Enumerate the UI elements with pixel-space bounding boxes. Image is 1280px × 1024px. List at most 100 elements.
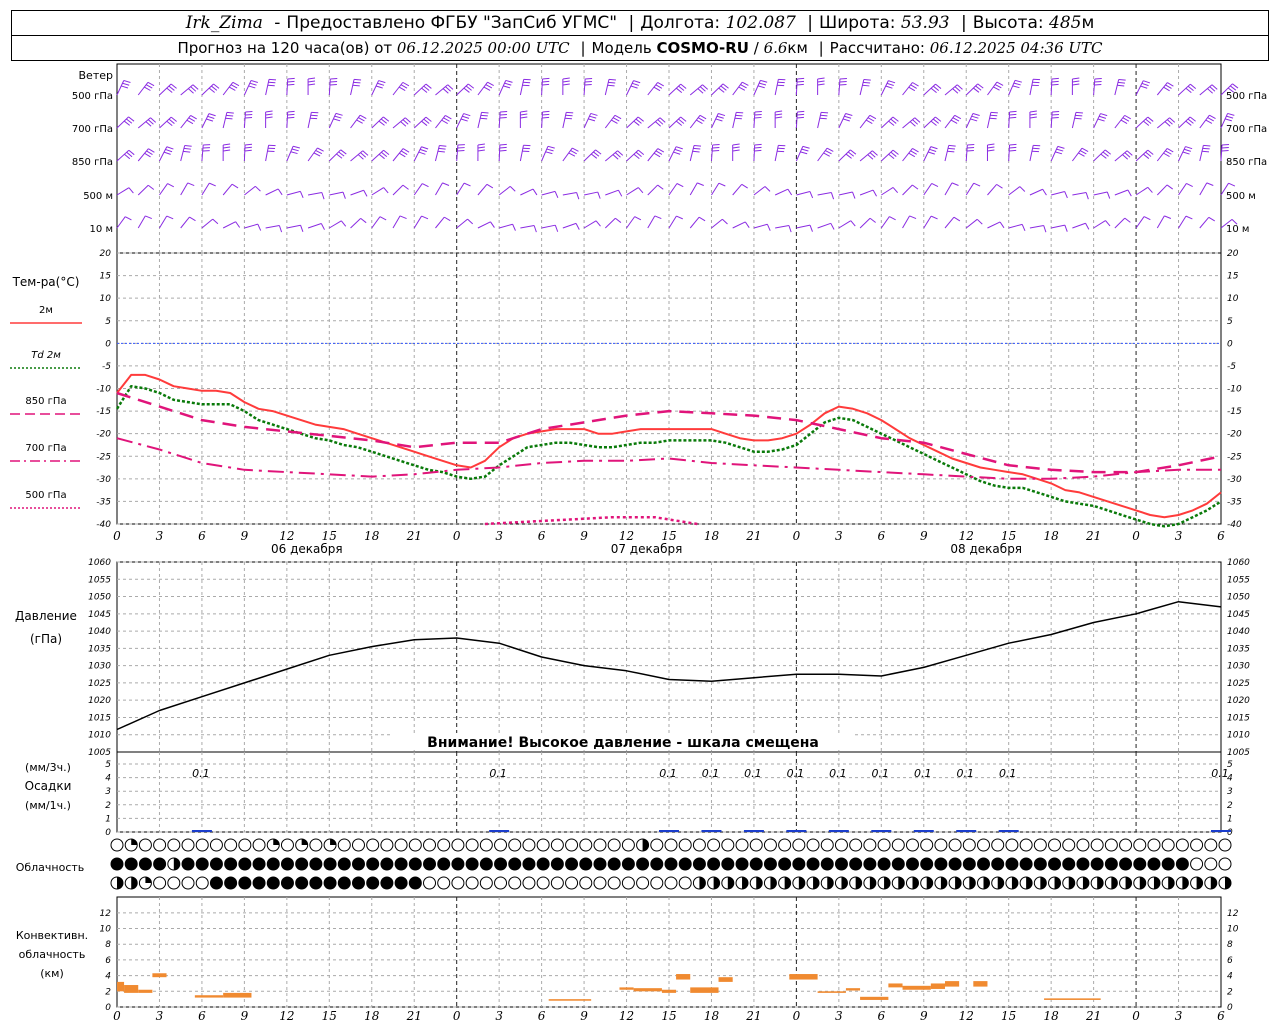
cloud-symbol	[579, 857, 593, 871]
wind-barb-feather	[797, 110, 805, 113]
wind-barb	[775, 225, 790, 229]
precip-tick-left: 2	[105, 801, 111, 811]
wind-barb	[1093, 113, 1101, 129]
conv-x-tick: 15	[322, 1009, 337, 1023]
wind-barb-feather	[1143, 80, 1151, 84]
conv-tick-right: 12	[1227, 909, 1239, 919]
wind-barb-feather	[445, 114, 452, 120]
wind-barb-feather	[313, 152, 321, 157]
wind-barb	[987, 184, 997, 196]
precip-bar	[871, 830, 892, 832]
conv-x-tick: 21	[745, 1009, 761, 1023]
wind-barb	[243, 144, 246, 162]
wind-barb-feather	[381, 151, 388, 158]
wind-barb-feather	[499, 143, 507, 146]
cloud-symbol	[678, 838, 692, 852]
wind-barb-feather	[363, 190, 368, 197]
cloud-symbol	[508, 876, 522, 890]
wind-barb-feather	[402, 148, 410, 153]
pressure-tick-left: 1035	[88, 644, 111, 654]
cloud-symbol	[280, 876, 294, 890]
wind-barb-feather	[223, 149, 231, 152]
wind-barb	[965, 145, 968, 162]
wind-barb-feather	[850, 220, 856, 227]
wind-barb-feather	[437, 150, 445, 153]
conv-cloud-bar	[633, 988, 662, 992]
wind-barb-feather	[330, 80, 338, 83]
wind-barb-feather	[163, 151, 171, 155]
wind-barb-feather	[1145, 151, 1152, 157]
wind-barb	[562, 112, 567, 129]
cloud-symbol	[224, 857, 238, 871]
cloud-symbol	[877, 838, 891, 852]
wind-barb-feather	[1055, 151, 1063, 155]
wind-barb	[562, 192, 577, 196]
cloud-symbol-fill	[699, 877, 706, 889]
wind-barb-feather	[718, 182, 726, 187]
conv-cloud-bar	[152, 973, 167, 978]
wind-barb-feather	[1122, 117, 1130, 122]
wind-barb-feather	[334, 115, 342, 119]
wind-barb-feather	[590, 153, 598, 159]
wind-barb-feather	[1029, 110, 1037, 113]
conv-cloud-bar	[548, 999, 592, 1001]
wind-barb-feather	[1185, 87, 1192, 94]
cloud-symbol	[408, 876, 422, 890]
wind-barb-feather	[545, 151, 553, 155]
wind-barb-feather	[445, 86, 451, 92]
wind-barb-feather	[378, 120, 385, 126]
wind-barb-feather	[338, 151, 345, 157]
wind-barb-feather	[994, 84, 1002, 89]
wind-barb-feather	[562, 80, 570, 83]
wind-barb-feather	[611, 119, 618, 124]
cloud-symbol	[550, 857, 564, 871]
cloud-symbol	[380, 857, 394, 871]
wind-barb-feather	[1057, 145, 1065, 149]
cloud-symbol	[820, 857, 834, 871]
wind-barb-feather	[1019, 186, 1026, 192]
precip-bar	[956, 830, 977, 832]
wind-barb-feather	[678, 85, 685, 91]
cloud-symbol	[437, 838, 451, 852]
wind-barb	[689, 216, 700, 229]
wind-barb	[795, 146, 804, 162]
wind-barb-feather	[186, 119, 194, 125]
wind-barb-feather	[150, 117, 157, 123]
wind-barb-feather	[184, 145, 192, 147]
wind-barb-feather	[477, 149, 485, 152]
wind-barb-feather	[892, 187, 899, 194]
wind-barb-feather	[1164, 121, 1171, 127]
wind-barb-feather	[329, 83, 337, 86]
wind-barb-feather	[914, 117, 921, 123]
wind-barb-feather	[128, 149, 135, 156]
wind-barb-feather	[189, 216, 196, 222]
wind-barb-feather	[542, 113, 550, 116]
wind-barb-feather	[956, 84, 963, 90]
wind-barb-feather	[872, 189, 877, 197]
wind-barb-feather	[460, 118, 468, 122]
wind-barb-feather	[1208, 216, 1215, 222]
conv-tick-right: 2	[1227, 987, 1233, 997]
wind-barb	[456, 218, 468, 229]
cloud-symbol-fill	[1225, 877, 1231, 889]
wind-barb-feather	[1205, 119, 1213, 124]
wind-barb-feather	[720, 85, 727, 91]
wind-barb	[520, 224, 535, 229]
cloud-symbol-fill	[912, 877, 919, 889]
wind-barb-feather	[225, 117, 233, 120]
wind-barb	[626, 116, 639, 129]
wind-barb-feather	[360, 217, 367, 224]
wind-barb-feather	[797, 113, 805, 116]
cloud-symbol	[1090, 857, 1104, 871]
wind-barb	[1029, 225, 1044, 229]
precip-bar	[701, 830, 722, 832]
cloud-symbol	[494, 857, 508, 871]
conv-x-tick: 3	[495, 1009, 503, 1023]
wind-barb	[880, 216, 890, 229]
wind-barb-feather	[481, 111, 489, 114]
wind-barb	[329, 220, 342, 229]
wind-barb-feather	[278, 225, 283, 233]
cloud-symbol-fill	[173, 858, 180, 870]
wind-barb-feather	[400, 150, 408, 155]
precip-amount-label: 0.1	[192, 767, 210, 780]
